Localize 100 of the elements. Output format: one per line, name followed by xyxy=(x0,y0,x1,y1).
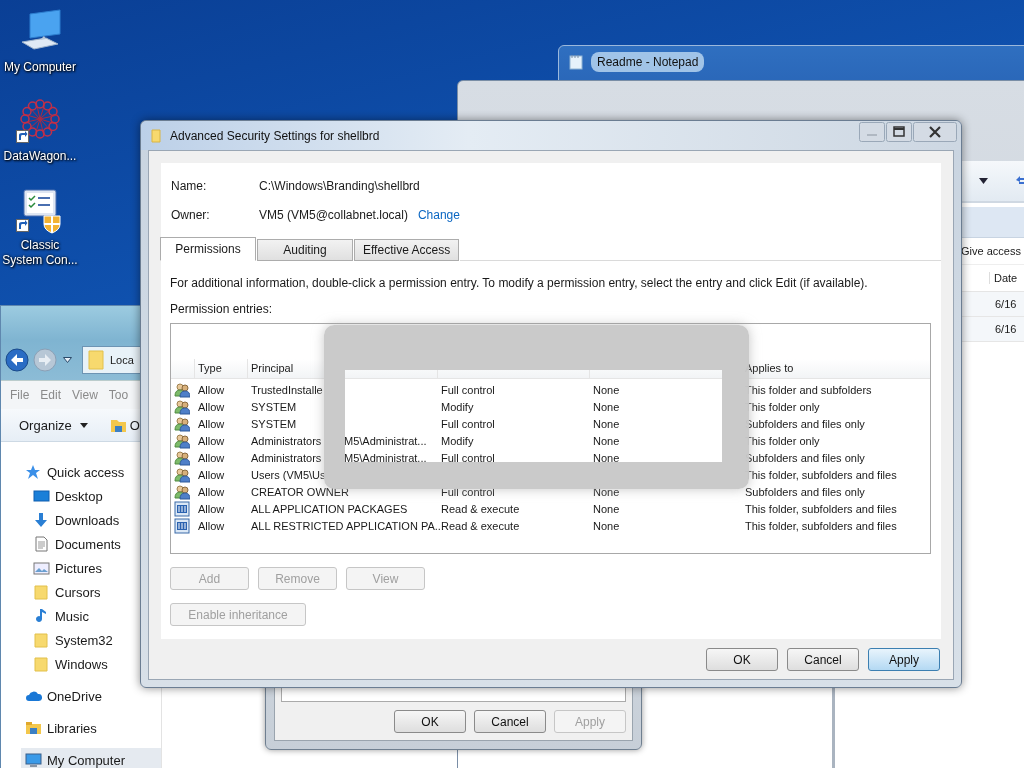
column-header[interactable]: Type xyxy=(198,362,222,374)
dialog-button[interactable]: Cancel xyxy=(787,648,859,671)
dialog-button[interactable]: Apply xyxy=(868,648,940,671)
close-icon[interactable] xyxy=(913,122,957,142)
change-link[interactable]: Change xyxy=(417,207,460,222)
table-cell-text: Subfolders and files only xyxy=(745,485,866,498)
organize-button[interactable]: Organize xyxy=(19,417,88,433)
table-cell: Modify xyxy=(441,400,474,413)
table-cell-text: Allow xyxy=(198,383,226,396)
notepad-icon xyxy=(569,54,583,70)
folder-icon xyxy=(33,584,50,600)
desktop-icon xyxy=(33,488,50,504)
table-cell: None xyxy=(593,434,620,447)
table-cell: Read & execute xyxy=(441,502,520,515)
users-icon xyxy=(174,483,190,500)
star-icon xyxy=(25,464,42,480)
library-icon xyxy=(25,720,42,736)
table-cell: 6/16 xyxy=(995,298,1017,310)
nav-item[interactable]: OneDrive xyxy=(1,684,161,708)
icon-label: Classic System Con... xyxy=(1,238,79,268)
table-cell: CREATOR OWNER xyxy=(251,485,349,498)
table-cell-text: Subfolders and files only xyxy=(745,417,866,430)
table-cell-text: This folder, subfolders and files xyxy=(745,468,898,481)
dialog-button[interactable]: OK xyxy=(394,710,466,733)
nav-item[interactable]: Windows xyxy=(1,652,161,676)
caret-icon xyxy=(79,422,88,428)
app-window-icon xyxy=(174,500,190,517)
tab[interactable]: Permissions xyxy=(160,237,256,261)
file-row[interactable]: 6/16 xyxy=(961,292,1024,317)
table-cell: SYSTEM xyxy=(251,400,297,413)
toolbar-button[interactable]: O xyxy=(109,417,140,433)
table-cell: M5\Administrat... xyxy=(344,434,427,447)
nav-item[interactable]: My Computer xyxy=(21,748,161,768)
folder-icon xyxy=(151,128,161,143)
folder-icon xyxy=(109,417,127,433)
tab[interactable]: Effective Access xyxy=(354,239,460,261)
table-cell: 6/16 xyxy=(995,323,1017,335)
field-label: Owner: xyxy=(171,207,211,222)
folder-icon xyxy=(33,632,50,648)
users-icon xyxy=(174,432,190,449)
field-value: C:\Windows\Branding\shellbrd xyxy=(259,178,420,193)
table-cell-text: Allow xyxy=(198,468,226,481)
toolbar-button[interactable]: Give access xyxy=(961,245,1021,257)
table-cell-text: Allow xyxy=(198,451,226,464)
users-icon xyxy=(174,449,190,466)
picture-icon xyxy=(33,560,50,576)
table-cell-text: This folder, subfolders and files xyxy=(745,502,898,515)
nav-item[interactable]: Quick access xyxy=(1,460,161,484)
address-text: Loca xyxy=(110,354,134,366)
nav-item[interactable]: Libraries xyxy=(1,716,161,740)
table-cell-text: This folder, subfolders and files xyxy=(745,519,898,532)
caret-icon[interactable] xyxy=(979,178,988,184)
section-label: Permission entries: xyxy=(170,302,274,316)
table-cell-text: Allow xyxy=(198,519,226,532)
maximize-icon[interactable] xyxy=(886,122,912,142)
window-title: Readme - Notepad xyxy=(591,52,705,72)
table-cell: None xyxy=(593,519,620,532)
back-button-icon[interactable] xyxy=(5,348,29,372)
nav-item[interactable]: Desktop xyxy=(1,484,161,508)
table-cell: Full control xyxy=(441,417,495,430)
table-cell-text: This folder only xyxy=(745,434,821,447)
table-cell-text: Allow xyxy=(198,485,226,498)
column-header[interactable]: Date xyxy=(989,272,1018,284)
dialog-button[interactable]: Cancel xyxy=(474,710,546,733)
nav-item[interactable]: System32 xyxy=(1,628,161,652)
table-cell: Read & execute xyxy=(441,519,520,532)
icon-label: My Computer xyxy=(3,60,77,75)
table-cell: ALL RESTRICTED APPLICATION PA... xyxy=(251,519,444,532)
table-cell-text: Administrators xyxy=(251,451,323,464)
table-cell-text: Subfolders and files only xyxy=(745,451,866,464)
users-icon xyxy=(174,466,190,483)
users-icon xyxy=(174,381,190,398)
app-window-icon xyxy=(174,517,190,534)
table-cell: SYSTEM xyxy=(251,417,297,430)
table-cell-text: Allow xyxy=(198,400,226,413)
nav-item[interactable]: Music xyxy=(1,604,161,628)
table-cell: M5\Administrat... xyxy=(344,451,427,464)
table-cell: None xyxy=(593,502,620,515)
table-cell: Users (VM5\Us xyxy=(251,468,326,481)
nav-item[interactable]: Cursors xyxy=(1,580,161,604)
column-header[interactable]: Applies to xyxy=(745,362,794,374)
nav-item[interactable]: Documents xyxy=(1,532,161,556)
file-row[interactable]: 6/16 xyxy=(961,317,1024,342)
computer-icon xyxy=(25,752,42,768)
nav-item[interactable]: Pictures xyxy=(1,556,161,580)
table-cell-text: This folder and subfolders xyxy=(745,383,873,396)
table-cell: None xyxy=(593,400,620,413)
nav-item[interactable]: Downloads xyxy=(1,508,161,532)
table-cell-text: Allow xyxy=(198,434,226,447)
field-label: Name: xyxy=(171,178,208,193)
table-cell-text: Administrators xyxy=(251,434,323,447)
folder-icon xyxy=(88,350,104,370)
tab[interactable]: Auditing xyxy=(257,239,353,261)
folder-icon xyxy=(33,656,50,672)
dialog-button[interactable]: OK xyxy=(706,648,778,671)
document-icon xyxy=(33,536,50,552)
table-cell: None xyxy=(593,451,620,464)
dropdown-caret-icon[interactable] xyxy=(63,357,72,363)
column-header[interactable]: Principal xyxy=(251,362,294,374)
table-cell: TrustedInstalle xyxy=(251,383,323,396)
